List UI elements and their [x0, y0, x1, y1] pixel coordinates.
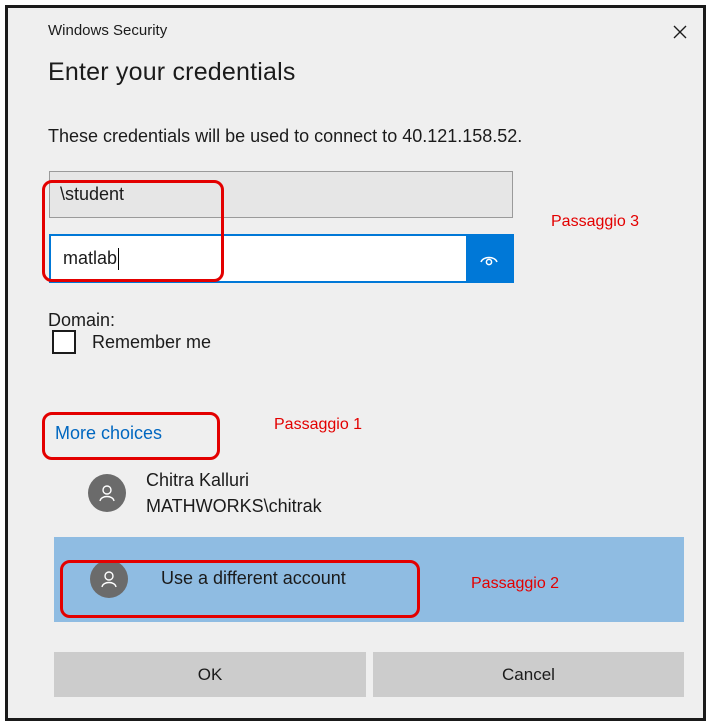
annotation-step-3: Passaggio 3 [551, 213, 640, 230]
remember-me-checkbox[interactable] [52, 330, 76, 354]
close-button[interactable] [665, 19, 695, 45]
user-avatar [90, 560, 128, 598]
use-different-account-label: Use a different account [161, 568, 346, 588]
password-value: matlab [63, 248, 118, 268]
account-option-chitra[interactable]: Chitra Kalluri MATHWORKS\chitrak [88, 466, 322, 520]
account-name: Chitra Kalluri [146, 470, 250, 490]
reveal-password-button[interactable] [466, 236, 512, 281]
password-field[interactable]: matlab [51, 236, 466, 281]
remember-me-label: Remember me [92, 331, 212, 352]
window-title: Windows Security [48, 22, 168, 39]
eye-icon [480, 256, 498, 265]
use-different-account-option[interactable]: Use a different account [54, 537, 684, 622]
password-field-container: matlab [49, 234, 514, 283]
account-details: Chitra Kalluri MATHWORKS\chitrak [146, 467, 322, 519]
annotation-step-1: Passaggio 1 [274, 416, 363, 433]
dialog-description: These credentials will be used to connec… [48, 126, 523, 146]
ok-button[interactable]: OK [54, 652, 366, 697]
remember-me-checkbox-row[interactable]: Remember me [52, 328, 211, 356]
cancel-button[interactable]: Cancel [373, 652, 684, 697]
person-icon [101, 571, 117, 588]
username-field[interactable]: \student [49, 171, 513, 218]
dialog-heading: Enter your credentials [48, 58, 296, 86]
account-username: MATHWORKS\chitrak [146, 496, 322, 516]
person-icon [99, 485, 115, 502]
user-avatar [88, 474, 126, 512]
text-caret [118, 247, 120, 270]
annotation-step-2: Passaggio 2 [471, 575, 560, 592]
more-choices-link[interactable]: More choices [55, 423, 162, 444]
page: Windows Security Enter your credentials … [0, 0, 714, 725]
close-icon [673, 25, 687, 39]
